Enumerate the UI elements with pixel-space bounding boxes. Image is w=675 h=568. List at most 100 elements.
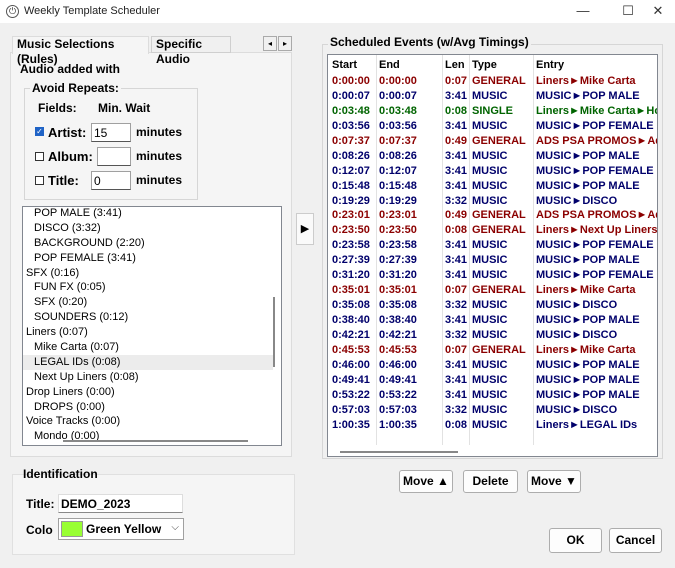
grid-horizontal-scroll-thumb[interactable] (340, 451, 458, 453)
cell-len: 0:07 (445, 284, 468, 297)
schedule-row[interactable]: 0:49:41 0:49:41 3:41 MUSIC MUSIC►POP MALE (328, 373, 657, 388)
album-minutes-label: minutes (136, 149, 183, 163)
schedule-row[interactable]: 0:57:03 0:57:03 3:32 MUSIC MUSIC►DISCO (328, 403, 657, 418)
cell-start: 0:00:07 (332, 89, 370, 102)
tab-scroll-left-button[interactable]: ◂ (263, 36, 277, 51)
cell-start: 0:35:01 (332, 284, 370, 297)
cell-end: 0:35:01 (379, 284, 417, 297)
tree-subcategory-item[interactable]: Mike Carta (0:07) (23, 340, 273, 355)
tree-category-item[interactable]: Voice Tracks (0:00) (23, 414, 273, 429)
schedule-row[interactable]: 0:03:56 0:03:56 3:41 MUSIC MUSIC►POP FEMALE (328, 119, 657, 134)
schedule-row[interactable]: 0:38:40 0:38:40 3:41 MUSIC MUSIC►POP MALE (328, 313, 657, 328)
tree-category-item[interactable]: Liners (0:07) (23, 325, 273, 340)
add-to-schedule-button[interactable]: ▶ (296, 213, 314, 245)
ident-title-label: Title: (26, 497, 55, 511)
cell-entry: Liners►Mike Carta►Hott (536, 104, 658, 117)
move-up-button[interactable]: Move ▲ (399, 470, 453, 493)
color-select[interactable]: Green Yellow ⌵ (58, 518, 184, 540)
schedule-row[interactable]: 0:35:01 0:35:01 0:07 GENERAL Liners►Mike Car… (328, 283, 657, 298)
cell-entry: MUSIC►DISCO (536, 328, 618, 341)
tree-vertical-scrollbar[interactable] (271, 207, 277, 445)
cell-len: 0:08 (445, 104, 468, 117)
schedule-row[interactable]: 0:31:20 0:31:20 3:41 MUSIC MUSIC►POP FEMALE (328, 268, 657, 283)
column-header-entry[interactable]: Entry (536, 55, 657, 75)
cell-end: 0:31:20 (379, 269, 417, 282)
schedule-row[interactable]: 0:19:29 0:19:29 3:32 MUSIC MUSIC►DISCO (328, 194, 657, 209)
chevron-down-icon: ⌵ (171, 522, 179, 533)
tree-subcategory-item[interactable]: POP MALE (3:41) (23, 207, 273, 221)
schedule-row[interactable]: 1:00:35 1:00:35 0:08 MUSIC Liners►LEGAL IDs (328, 418, 657, 433)
cell-type: MUSIC (472, 194, 508, 207)
tree-horizontal-scroll-thumb[interactable] (63, 440, 248, 442)
schedule-row[interactable]: 0:00:07 0:00:07 3:41 MUSIC MUSIC►POP MALE (328, 89, 657, 104)
ident-title-input[interactable] (58, 494, 183, 513)
schedule-row[interactable]: 0:27:39 0:27:39 3:41 MUSIC MUSIC►POP MALE (328, 253, 657, 268)
cell-type: GENERAL (472, 284, 526, 297)
close-button[interactable]: ✕ (644, 2, 672, 20)
tree-subcategory-item[interactable]: Next Up Liners (0:08) (23, 370, 273, 385)
schedule-row[interactable]: 0:12:07 0:12:07 3:41 MUSIC MUSIC►POP FEMALE (328, 164, 657, 179)
title-min-wait-input[interactable] (91, 171, 131, 190)
column-header-start[interactable]: Start (332, 55, 376, 75)
tree-subcategory-item[interactable]: SFX (0:20) (23, 295, 273, 310)
tree-subcategory-item[interactable]: FUN FX (0:05) (23, 280, 273, 295)
schedule-row[interactable]: 0:08:26 0:08:26 3:41 MUSIC MUSIC►POP MALE (328, 149, 657, 164)
color-select-value: Green Yellow (86, 522, 162, 536)
cell-type: MUSIC (472, 418, 508, 431)
move-down-button[interactable]: Move ▼ (527, 470, 581, 493)
tree-subcategory-item[interactable]: LEGAL IDs (0:08) (23, 354, 273, 370)
album-min-wait-input[interactable] (97, 147, 131, 166)
artist-checkbox[interactable]: ✓ (35, 127, 44, 136)
schedule-row[interactable]: 0:23:50 0:23:50 0:08 GENERAL Liners►Next Up … (328, 223, 658, 238)
cell-end: 0:27:39 (379, 254, 417, 267)
cell-entry: MUSIC►DISCO (536, 194, 618, 207)
album-checkbox[interactable] (35, 152, 44, 161)
cell-entry: MUSIC►POP MALE (536, 388, 640, 401)
tree-category-item[interactable]: SFX (0:16) (23, 266, 273, 281)
schedule-row[interactable]: 0:03:48 0:03:48 0:08 SINGLE Liners►Mike Cart… (328, 104, 658, 119)
schedule-row[interactable]: 0:07:37 0:07:37 0:49 GENERAL ADS PSA PROMOS►… (328, 134, 657, 149)
audio-category-tree[interactable]: POP MALE (3:41) DISCO (3:32) BACKGROUND (2… (22, 206, 282, 446)
tree-category-item[interactable]: Drop Liners (0:00) (23, 385, 273, 400)
maximize-button[interactable]: ☐ (614, 2, 642, 20)
schedule-row[interactable]: 0:53:22 0:53:22 3:41 MUSIC MUSIC►POP MALE (328, 388, 657, 403)
cell-start: 0:27:39 (332, 254, 370, 267)
tree-vertical-scroll-thumb[interactable] (273, 297, 275, 367)
cell-len: 3:32 (445, 194, 468, 207)
cancel-button[interactable]: Cancel (609, 528, 662, 553)
cell-start: 0:45:53 (332, 343, 370, 356)
tree-subcategory-item[interactable]: DROPS (0:00) (23, 400, 273, 415)
tree-subcategory-item[interactable]: BACKGROUND (2:20) (23, 236, 273, 251)
column-header-type[interactable]: Type (472, 55, 534, 75)
tab-scroll-right-button[interactable]: ▸ (278, 36, 292, 51)
color-swatch (61, 521, 83, 537)
schedule-row[interactable]: 0:35:08 0:35:08 3:32 MUSIC MUSIC►DISCO (328, 298, 657, 313)
schedule-row[interactable]: 0:00:00 0:00:00 0:07 GENERAL Liners►Mike Car… (328, 74, 657, 89)
delete-button[interactable]: Delete (463, 470, 518, 493)
cell-start: 1:00:35 (332, 418, 370, 431)
tab-specific-audio[interactable]: Specific Audio (151, 36, 231, 66)
schedule-row[interactable]: 0:42:21 0:42:21 3:32 MUSIC MUSIC►DISCO (328, 328, 657, 343)
column-header-len[interactable]: Len (445, 55, 471, 75)
schedule-row[interactable]: 0:23:01 0:23:01 0:49 GENERAL ADS PSA PROMOS►… (328, 208, 657, 223)
ok-button[interactable]: OK (549, 528, 602, 553)
scheduled-events-grid[interactable]: Start End Len Type Entry 0:00:00 0:00:00 0… (327, 54, 658, 457)
tree-subcategory-item[interactable]: SOUNDERS (0:12) (23, 310, 273, 325)
artist-min-wait-input[interactable] (91, 123, 131, 142)
cell-start: 0:49:41 (332, 373, 370, 386)
tree-subcategory-item[interactable]: DISCO (3:32) (23, 221, 273, 236)
tab-music-selections[interactable]: Music Selections (Rules) (12, 36, 149, 66)
minimize-button[interactable]: — (569, 2, 597, 20)
column-header-end[interactable]: End (379, 55, 441, 75)
cell-start: 0:46:00 (332, 358, 370, 371)
tree-subcategory-item[interactable]: POP FEMALE (3:41) (23, 251, 273, 266)
cell-entry: MUSIC►POP MALE (536, 373, 640, 386)
tree-subcategory-item[interactable]: Mondo (0:00) (23, 429, 273, 444)
cell-entry: Liners►Mike Carta (536, 284, 636, 297)
title-checkbox[interactable] (35, 176, 44, 185)
cell-entry: Liners►Next Up Liners (536, 224, 658, 237)
schedule-row[interactable]: 0:23:58 0:23:58 3:41 MUSIC MUSIC►POP FEMALE (328, 238, 657, 253)
schedule-row[interactable]: 0:45:53 0:45:53 0:07 GENERAL Liners►Mike Car… (328, 343, 657, 358)
schedule-row[interactable]: 0:46:00 0:46:00 3:41 MUSIC MUSIC►POP MALE (328, 358, 657, 373)
schedule-row[interactable]: 0:15:48 0:15:48 3:41 MUSIC MUSIC►POP MALE (328, 179, 657, 194)
